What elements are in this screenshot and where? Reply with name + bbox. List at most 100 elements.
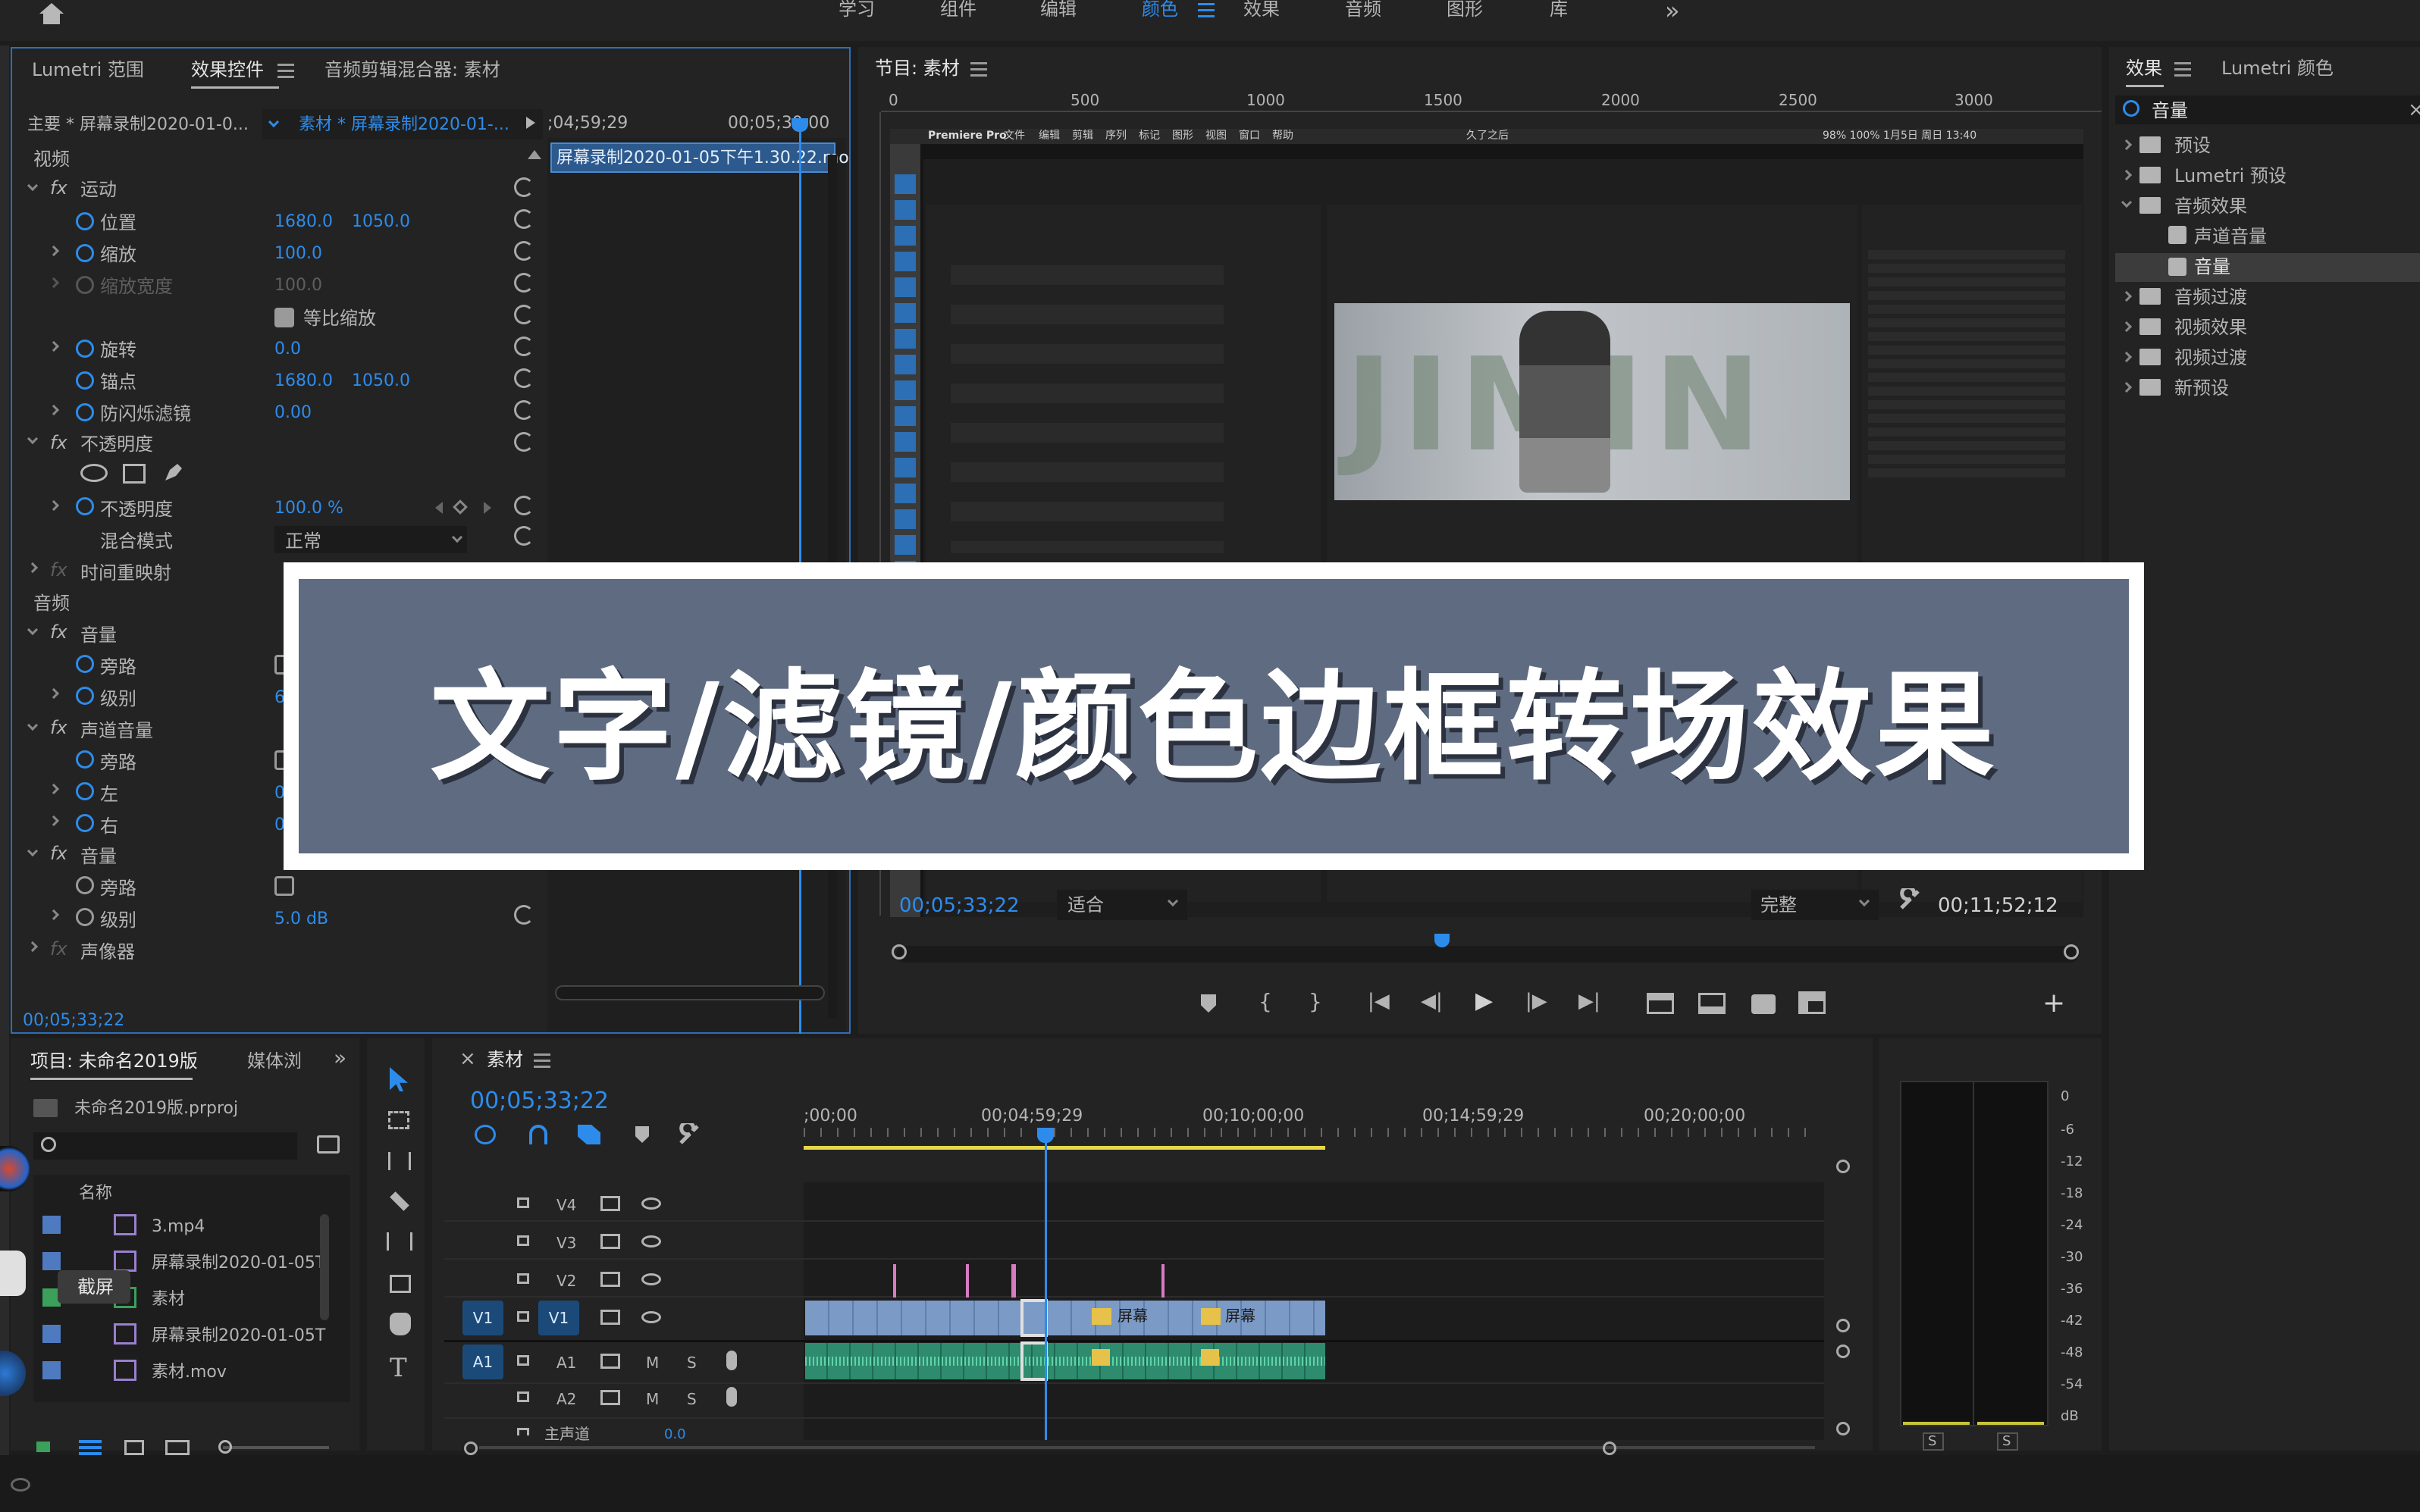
add-marker-icon[interactable] bbox=[1201, 994, 1216, 1013]
rectangle-tool-icon[interactable] bbox=[390, 1275, 411, 1293]
mark-out-icon[interactable]: } bbox=[1309, 991, 1322, 1013]
list-item[interactable]: 屏幕录制2020-01-05T bbox=[152, 1255, 325, 1272]
sync-lock-icon[interactable] bbox=[600, 1390, 620, 1405]
lock-icon[interactable] bbox=[517, 1273, 529, 1284]
lock-icon[interactable] bbox=[517, 1311, 529, 1322]
level-expand-icon[interactable] bbox=[48, 687, 60, 700]
scale-stopwatch-icon[interactable] bbox=[76, 244, 94, 262]
tree-expand-icon[interactable] bbox=[2121, 290, 2133, 302]
lock-icon[interactable] bbox=[517, 1428, 529, 1435]
motion-expand-icon[interactable] bbox=[27, 180, 39, 192]
opacity-value[interactable]: 100.0 % bbox=[274, 500, 343, 517]
sync-lock-icon[interactable] bbox=[600, 1310, 620, 1325]
rotation-value[interactable]: 0.0 bbox=[274, 341, 301, 358]
mic-icon[interactable] bbox=[726, 1387, 737, 1407]
ec-hscroll[interactable] bbox=[555, 985, 825, 1000]
clip-label[interactable]: 素材 * 屏幕录制2020-01-... bbox=[299, 117, 509, 133]
tab-assembly[interactable]: 组件 bbox=[940, 0, 976, 18]
v-zoom-handle[interactable] bbox=[1836, 1160, 1850, 1173]
ec-scroll-up-icon[interactable] bbox=[528, 150, 541, 159]
uniform-reset-icon[interactable] bbox=[514, 305, 534, 324]
v2-clip[interactable] bbox=[1011, 1264, 1016, 1298]
opacity-stopwatch-icon[interactable] bbox=[76, 497, 94, 515]
lift-icon[interactable] bbox=[1647, 993, 1674, 1014]
v2-clip[interactable] bbox=[966, 1264, 969, 1298]
tree-audio-effects[interactable]: 音频效果 bbox=[2174, 197, 2247, 215]
tab-color-menu-icon[interactable] bbox=[1198, 3, 1215, 21]
tree-video-effects[interactable]: 视频效果 bbox=[2174, 318, 2247, 337]
scale-reset-icon[interactable] bbox=[514, 241, 534, 261]
uniform-scale-checkbox[interactable] bbox=[274, 308, 294, 327]
bypass-stopwatch-icon[interactable] bbox=[76, 655, 94, 673]
add-button-icon[interactable]: + bbox=[2042, 990, 2065, 1017]
zoom-slider-handle[interactable] bbox=[218, 1440, 232, 1454]
v1-clip-selected[interactable] bbox=[1020, 1299, 1048, 1337]
play-clip-icon[interactable] bbox=[526, 117, 535, 129]
slip-tool-icon[interactable] bbox=[387, 1232, 412, 1251]
tab-audio-clip-mixer[interactable]: 音频剪辑混合器: 素材 bbox=[324, 61, 500, 79]
tab-learn[interactable]: 学习 bbox=[839, 0, 875, 18]
tree-collapse-icon[interactable] bbox=[2121, 196, 2133, 208]
add-keyframe-icon[interactable] bbox=[453, 499, 468, 515]
timeline-timecode[interactable]: 00;05;33;22 bbox=[470, 1090, 609, 1113]
eye-icon[interactable] bbox=[641, 1273, 661, 1285]
go-to-out-icon[interactable]: ▶| bbox=[1578, 991, 1600, 1011]
razor-tool-icon[interactable] bbox=[386, 1188, 414, 1216]
channel-volume-expand-icon[interactable] bbox=[27, 719, 39, 731]
hscroll-start-handle[interactable] bbox=[464, 1442, 478, 1455]
position-x-value[interactable]: 1680.0 bbox=[274, 214, 333, 230]
motion-reset-icon[interactable] bbox=[514, 177, 534, 197]
mic-icon[interactable] bbox=[726, 1351, 737, 1370]
tree-expand-icon[interactable] bbox=[2121, 139, 2133, 151]
master-clip-label[interactable]: 主要 * 屏幕录制2020-01-0... bbox=[27, 117, 249, 133]
position-y-value[interactable]: 1050.0 bbox=[352, 214, 410, 230]
tree-video-transitions[interactable]: 视频过渡 bbox=[2174, 349, 2247, 367]
panel-menu-icon[interactable] bbox=[277, 64, 294, 82]
sync-lock-icon[interactable] bbox=[600, 1354, 620, 1369]
next-keyframe-icon[interactable] bbox=[484, 502, 491, 514]
close-sequence-icon[interactable]: × bbox=[459, 1049, 476, 1069]
list-item[interactable]: 屏幕录制2020-01-05T bbox=[152, 1328, 325, 1345]
tree-expand-icon[interactable] bbox=[2121, 169, 2133, 181]
antiflicker-reset-icon[interactable] bbox=[514, 400, 534, 420]
timeline-playhead[interactable] bbox=[1045, 1137, 1047, 1440]
scale-width-reset-icon[interactable] bbox=[514, 273, 534, 293]
type-tool-icon[interactable]: T bbox=[390, 1355, 407, 1381]
work-area-bar[interactable] bbox=[804, 1146, 1325, 1150]
volume-expand-icon[interactable] bbox=[27, 624, 39, 636]
anchor-stopwatch-icon[interactable] bbox=[76, 371, 94, 390]
export-frame-icon[interactable] bbox=[1751, 994, 1776, 1014]
timeline-playhead-head[interactable] bbox=[1037, 1128, 1054, 1143]
right-expand-icon[interactable] bbox=[48, 815, 60, 827]
freeform-view-icon[interactable] bbox=[165, 1440, 190, 1455]
timeline-settings-icon[interactable] bbox=[678, 1120, 701, 1146]
sync-lock-icon[interactable] bbox=[600, 1272, 620, 1287]
column-name[interactable]: 名称 bbox=[79, 1185, 112, 1202]
mark-in-icon[interactable]: { bbox=[1259, 991, 1272, 1013]
tab-color[interactable]: 颜色 bbox=[1142, 0, 1178, 18]
scale-expand-icon[interactable] bbox=[48, 245, 60, 257]
level2-stopwatch-icon[interactable] bbox=[76, 908, 94, 926]
level2-reset-icon[interactable] bbox=[514, 905, 534, 925]
lock-icon[interactable] bbox=[517, 1235, 529, 1246]
list-item[interactable]: 3.mp4 bbox=[152, 1219, 205, 1235]
list-item[interactable]: 素材.mov bbox=[152, 1364, 227, 1381]
tab-lumetri-color[interactable]: Lumetri 颜色 bbox=[2221, 59, 2334, 77]
ec-timecode[interactable]: 00;05;33;22 bbox=[23, 1013, 124, 1029]
source-patch-v1[interactable]: V1 bbox=[462, 1301, 503, 1335]
mute-button[interactable]: M bbox=[646, 1355, 659, 1370]
tab-effect-controls[interactable]: 效果控件 bbox=[191, 61, 264, 79]
wrench-icon[interactable] bbox=[1898, 885, 1921, 911]
lock-icon[interactable] bbox=[517, 1197, 529, 1208]
tree-channel-volume[interactable]: 声道音量 bbox=[2194, 227, 2267, 246]
sync-lock-icon[interactable] bbox=[600, 1234, 620, 1249]
new-bin-icon[interactable] bbox=[317, 1135, 340, 1154]
right-stopwatch-icon[interactable] bbox=[76, 814, 94, 832]
ec-playhead-head[interactable] bbox=[792, 118, 808, 132]
level-stopwatch-icon[interactable] bbox=[76, 687, 94, 705]
rotation-stopwatch-icon[interactable] bbox=[76, 340, 94, 358]
extract-icon[interactable] bbox=[1698, 993, 1726, 1014]
a-zoom-handle[interactable] bbox=[1836, 1345, 1850, 1358]
hand-tool-icon[interactable] bbox=[390, 1313, 411, 1335]
mute-button[interactable]: M bbox=[646, 1391, 659, 1407]
